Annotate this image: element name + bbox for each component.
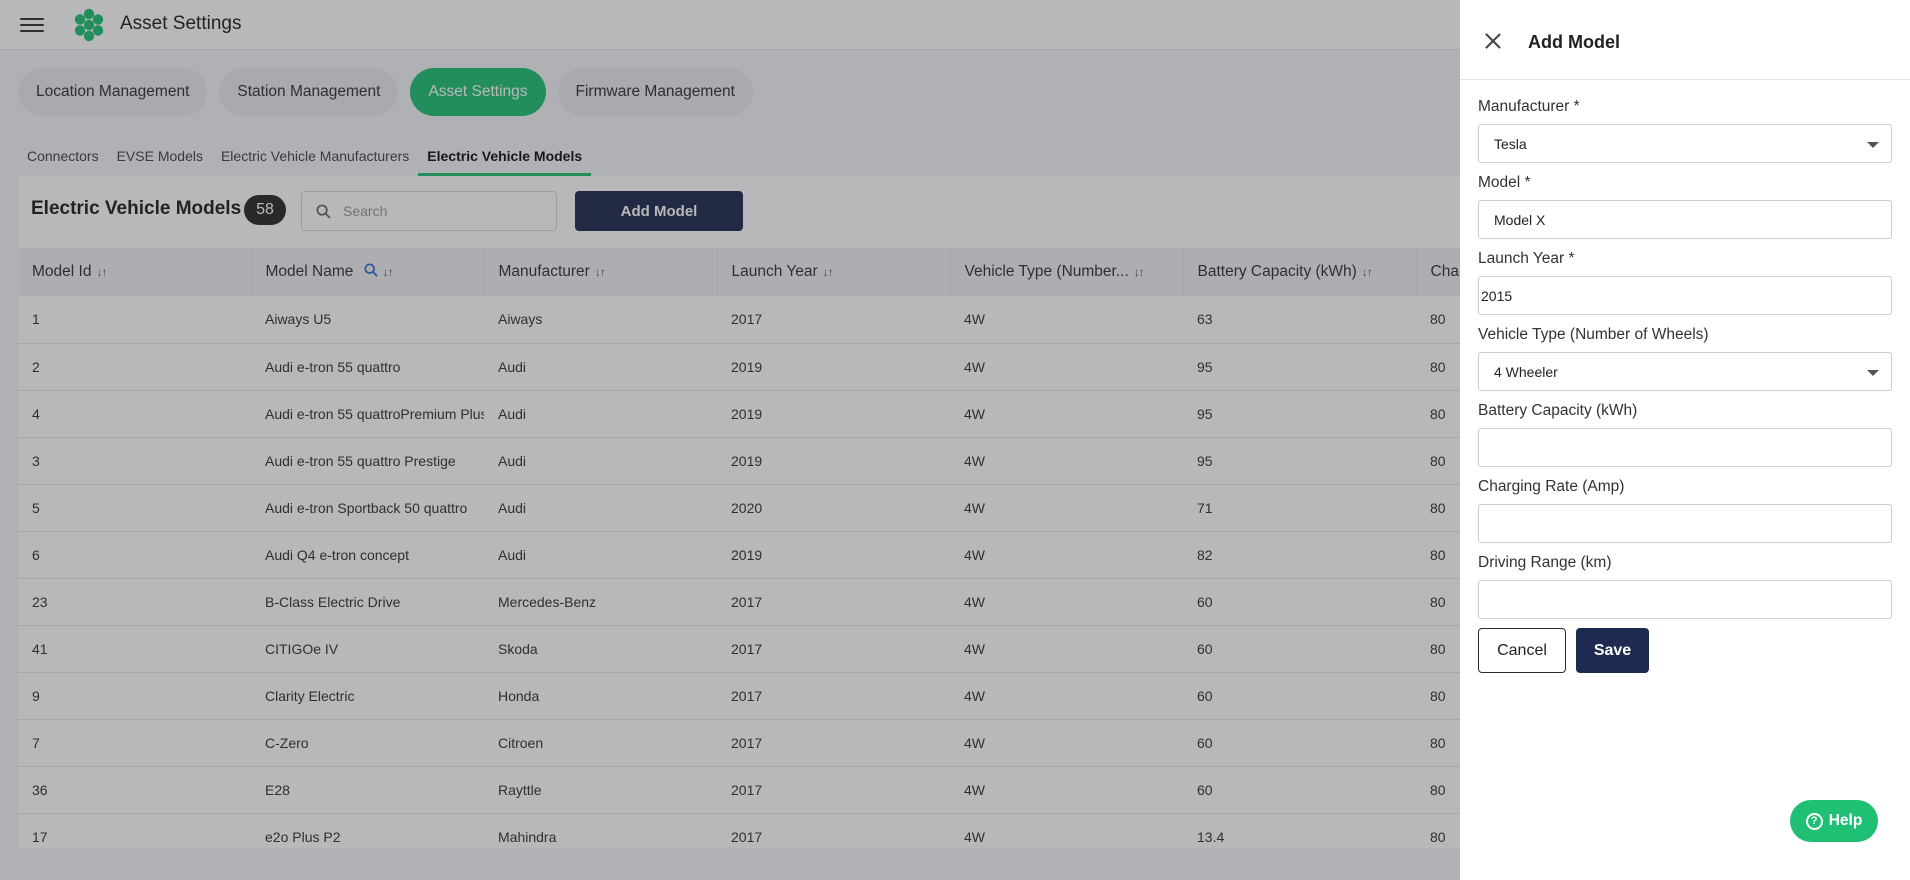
field-launch-year: Launch Year * 2015 <box>1478 250 1892 315</box>
field-charging-rate: Charging Rate (Amp) <box>1478 478 1892 543</box>
help-button[interactable]: ? Help <box>1790 800 1878 842</box>
help-label: Help <box>1828 812 1863 829</box>
field-battery-capacity: Battery Capacity (kWh) <box>1478 402 1892 467</box>
chevron-down-icon <box>1867 142 1879 148</box>
form-actions: Cancel Save <box>1478 628 1649 673</box>
add-model-drawer: Add Model Manufacturer * Tesla Model * M… <box>1460 0 1910 880</box>
select-value: Tesla <box>1494 135 1527 152</box>
drawer-title: Add Model <box>1528 32 1620 52</box>
select-value: 4 Wheeler <box>1494 363 1558 380</box>
charging-rate-input[interactable] <box>1478 504 1892 543</box>
close-icon[interactable] <box>1484 32 1502 50</box>
add-model-form: Manufacturer * Tesla Model * Model X Lau… <box>1478 98 1892 630</box>
field-driving-range: Driving Range (km) <box>1478 554 1892 619</box>
input-value: Model X <box>1494 211 1546 228</box>
field-manufacturer: Manufacturer * Tesla <box>1478 98 1892 163</box>
drawer-header: Add Model <box>1460 0 1910 80</box>
field-label: Vehicle Type (Number of Wheels) <box>1478 326 1709 343</box>
model-input[interactable]: Model X <box>1478 200 1892 239</box>
vehicle-type-select[interactable]: 4 Wheeler <box>1478 352 1892 391</box>
driving-range-input[interactable] <box>1478 580 1892 619</box>
field-label: Launch Year * <box>1478 250 1575 267</box>
field-label: Driving Range (km) <box>1478 554 1612 571</box>
field-label: Manufacturer * <box>1478 98 1580 115</box>
field-model: Model * Model X <box>1478 174 1892 239</box>
field-label: Model * <box>1478 174 1531 191</box>
save-button[interactable]: Save <box>1576 628 1649 673</box>
battery-capacity-input[interactable] <box>1478 428 1892 467</box>
field-vehicle-type: Vehicle Type (Number of Wheels) 4 Wheele… <box>1478 326 1892 391</box>
launch-year-input[interactable]: 2015 <box>1478 276 1892 315</box>
help-icon: ? <box>1805 812 1823 830</box>
cancel-button[interactable]: Cancel <box>1478 628 1566 673</box>
chevron-down-icon <box>1867 370 1879 376</box>
manufacturer-select[interactable]: Tesla <box>1478 124 1892 163</box>
field-label: Charging Rate (Amp) <box>1478 478 1625 495</box>
input-value: 2015 <box>1481 287 1513 304</box>
field-label: Battery Capacity (kWh) <box>1478 402 1638 419</box>
